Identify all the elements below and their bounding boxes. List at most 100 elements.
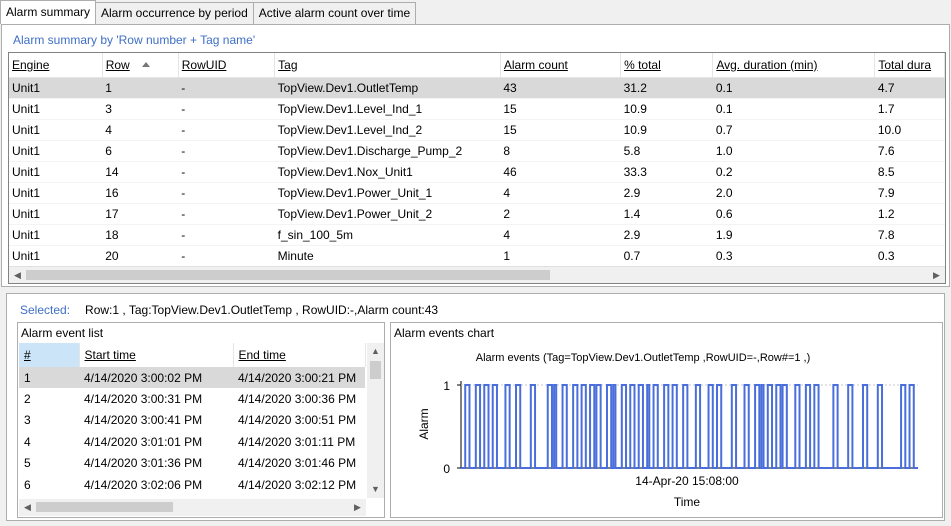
- cell-rowuid: -: [178, 203, 275, 225]
- scrollbar-thumb[interactable]: [36, 502, 173, 512]
- table-row[interactable]: 4 4/14/2020 3:01:01 PM 4/14/2020 3:01:11 P…: [19, 431, 365, 452]
- alarm-event-grid: # Start time End time 1 4/14/2020 3:00:02…: [19, 343, 382, 515]
- col-header-start-time[interactable]: Start time: [79, 343, 234, 367]
- table-row[interactable]: Unit1 3- TopView.Dev1.Level_Ind_1 15 10.9 0.1…: [9, 98, 945, 120]
- col-header-engine[interactable]: Engine: [9, 53, 103, 78]
- table-row[interactable]: Unit1 14- TopView.Dev1.Nox_Unit1 46 33.3 0.2 8…: [9, 161, 945, 183]
- scroll-up-icon[interactable]: ▲: [367, 343, 384, 360]
- table-row[interactable]: Unit1 1- TopView.Dev1.OutletTemp 43 31.2 0.1 4…: [9, 77, 945, 99]
- scrollbar-thumb[interactable]: [26, 270, 550, 280]
- alarm-event-list-panel: Alarm event list # Start time End time 1…: [17, 322, 385, 518]
- col-header-percent-total[interactable]: % total: [620, 53, 714, 78]
- col-header-alarm-count[interactable]: Alarm count: [500, 53, 622, 78]
- cell-avg-duration: 0.1: [712, 77, 875, 99]
- alarm-summary-grid: Engine Row RowUID Tag Alarm count % tota…: [8, 52, 946, 284]
- cell-total-duration: 10.0: [874, 119, 945, 141]
- event-vertical-scrollbar[interactable]: ▲ ▼: [367, 343, 384, 498]
- col-header-tag[interactable]: Tag: [274, 53, 501, 78]
- cell-percent-total: 33.3: [620, 161, 713, 183]
- table-row[interactable]: 1 4/14/2020 3:00:02 PM 4/14/2020 3:00:21 P…: [19, 367, 365, 389]
- cell-total-duration: 8.5: [874, 161, 945, 183]
- col-header-avg-duration[interactable]: Avg. duration (min): [712, 53, 876, 78]
- cell-avg-duration: 0.7: [712, 119, 875, 141]
- cell-end-time: 4/14/2020 3:02:12 PM: [238, 477, 357, 492]
- cell-percent-total: 1.4: [620, 203, 713, 225]
- table-row[interactable]: 6 4/14/2020 3:02:06 PM 4/14/2020 3:02:12 P…: [19, 474, 365, 495]
- scroll-right-icon[interactable]: ▶: [928, 267, 945, 283]
- sort-ascending-icon: [141, 61, 150, 67]
- cell-tag: TopView.Dev1.Discharge_Pump_2: [274, 140, 501, 162]
- table-row[interactable]: 5 4/14/2020 3:01:36 PM 4/14/2020 3:01:46 P…: [19, 453, 365, 474]
- cell-tag: TopView.Dev1.OutletTemp: [274, 77, 501, 99]
- scroll-right-icon[interactable]: ▶: [349, 499, 366, 516]
- tab-bar: Alarm summary Alarm occurrence by period…: [0, 0, 417, 24]
- cell-tag: TopView.Dev1.Level_Ind_2: [274, 119, 501, 141]
- table-row[interactable]: Unit1 16- TopView.Dev1.Power_Unit_1 4 2.9 2.0…: [9, 182, 945, 204]
- summary-horizontal-scrollbar[interactable]: ◀ ▶: [9, 266, 945, 283]
- cell-alarm-count: 15: [500, 119, 621, 141]
- cell-end-time: 4/14/2020 3:00:21 PM: [233, 367, 365, 389]
- summary-header-row: Engine Row RowUID Tag Alarm count % tota…: [9, 53, 945, 78]
- scroll-left-icon[interactable]: ◀: [9, 267, 26, 283]
- cell-avg-duration: 0.1: [712, 98, 875, 120]
- cell-alarm-count: 4: [500, 224, 621, 246]
- cell-total-duration: 4.7: [874, 77, 945, 99]
- cell-number: 2: [24, 392, 31, 407]
- cell-engine: Unit1: [9, 224, 103, 246]
- cell-row: 1: [102, 77, 179, 99]
- cell-rowuid: -: [178, 98, 275, 120]
- scroll-left-icon[interactable]: ◀: [19, 499, 36, 516]
- event-horizontal-scrollbar[interactable]: ◀ ▶: [19, 499, 366, 516]
- table-row[interactable]: Unit1 20- Minute 1 0.7 0.3 0.3: [9, 245, 945, 267]
- cell-start-time: 4/14/2020 3:00:02 PM: [79, 367, 233, 389]
- cell-avg-duration: 1.9: [712, 224, 875, 246]
- scrollbar-thumb[interactable]: [370, 361, 381, 379]
- cell-rowuid: -: [178, 224, 275, 246]
- cell-engine: Unit1: [9, 119, 103, 141]
- alarm-summary-panel: Alarm summary by 'Row number + Tag name'…: [1, 24, 950, 287]
- table-row[interactable]: Unit1 6- TopView.Dev1.Discharge_Pump_2 8 5.8…: [9, 140, 945, 162]
- alarm-events-chart: Alarm events (Tag=TopView.Dev1.OutletTem…: [417, 352, 918, 509]
- cell-end-time: 4/14/2020 3:00:51 PM: [238, 413, 357, 428]
- cell-number: 3: [24, 413, 31, 428]
- table-row[interactable]: 3 4/14/2020 3:00:41 PM 4/14/2020 3:00:51 P…: [19, 410, 365, 431]
- cell-row: 16: [102, 182, 179, 204]
- cell-row: 4: [102, 119, 179, 141]
- chart-title: Alarm events (Tag=TopView.Dev1.OutletTem…: [476, 352, 811, 364]
- col-header-number[interactable]: #: [19, 343, 80, 367]
- cell-engine: Unit1: [9, 161, 103, 183]
- cell-percent-total: 0.7: [620, 245, 713, 267]
- col-header-end-time[interactable]: End time: [233, 343, 366, 367]
- cell-end-time: 4/14/2020 3:01:46 PM: [238, 456, 357, 471]
- selected-text: Row:1 , Tag:TopView.Dev1.OutletTemp , Ro…: [85, 303, 439, 317]
- col-header-row[interactable]: Row: [102, 53, 179, 78]
- cell-rowuid: -: [178, 140, 275, 162]
- cell-start-time: 4/14/2020 3:00:41 PM: [84, 413, 203, 428]
- table-row[interactable]: 2 4/14/2020 3:00:31 PM 4/14/2020 3:00:36 P…: [19, 388, 365, 409]
- table-row[interactable]: Unit1 17- TopView.Dev1.Power_Unit_2 2 1.4 0.6…: [9, 203, 945, 225]
- cell-alarm-count: 46: [500, 161, 621, 183]
- cell-number: 5: [24, 456, 31, 471]
- cell-rowuid: -: [178, 161, 275, 183]
- alarm-events-chart-panel: Alarm events chart Alarm events (Tag=Top…: [390, 322, 943, 518]
- details-panel: Selected: Row:1 , Tag:TopView.Dev1.Outlet…: [6, 293, 945, 521]
- x-tick-label: 14-Apr-20 15:08:00: [635, 474, 739, 488]
- col-header-rowuid[interactable]: RowUID: [178, 53, 276, 78]
- cell-tag: TopView.Dev1.Power_Unit_2: [274, 203, 501, 225]
- cell-avg-duration: 1.0: [712, 140, 875, 162]
- scroll-down-icon[interactable]: ▼: [367, 481, 384, 498]
- cell-tag: TopView.Dev1.Level_Ind_1: [274, 98, 501, 120]
- table-row[interactable]: Unit1 18- f_sin_100_5m 4 2.9 1.9 7.8: [9, 224, 945, 246]
- cell-engine: Unit1: [9, 182, 103, 204]
- cell-avg-duration: 0.2: [712, 161, 875, 183]
- cell-total-duration: 1.2: [874, 203, 945, 225]
- tab-alarm-summary[interactable]: Alarm summary: [0, 0, 97, 24]
- y-tick-label-1: 1: [443, 379, 450, 393]
- col-header-total-duration[interactable]: Total dura: [874, 53, 945, 78]
- cell-number: 1: [19, 367, 79, 389]
- table-row[interactable]: Unit1 4- TopView.Dev1.Level_Ind_2 15 10.9 0.7…: [9, 119, 945, 141]
- cell-start-time: 4/14/2020 3:01:01 PM: [84, 434, 203, 449]
- tab-alarm-occurrence-by-period[interactable]: Alarm occurrence by period: [95, 2, 254, 24]
- alarm-series-line: [461, 384, 918, 469]
- tab-active-alarm-count-over-time[interactable]: Active alarm count over time: [252, 2, 417, 24]
